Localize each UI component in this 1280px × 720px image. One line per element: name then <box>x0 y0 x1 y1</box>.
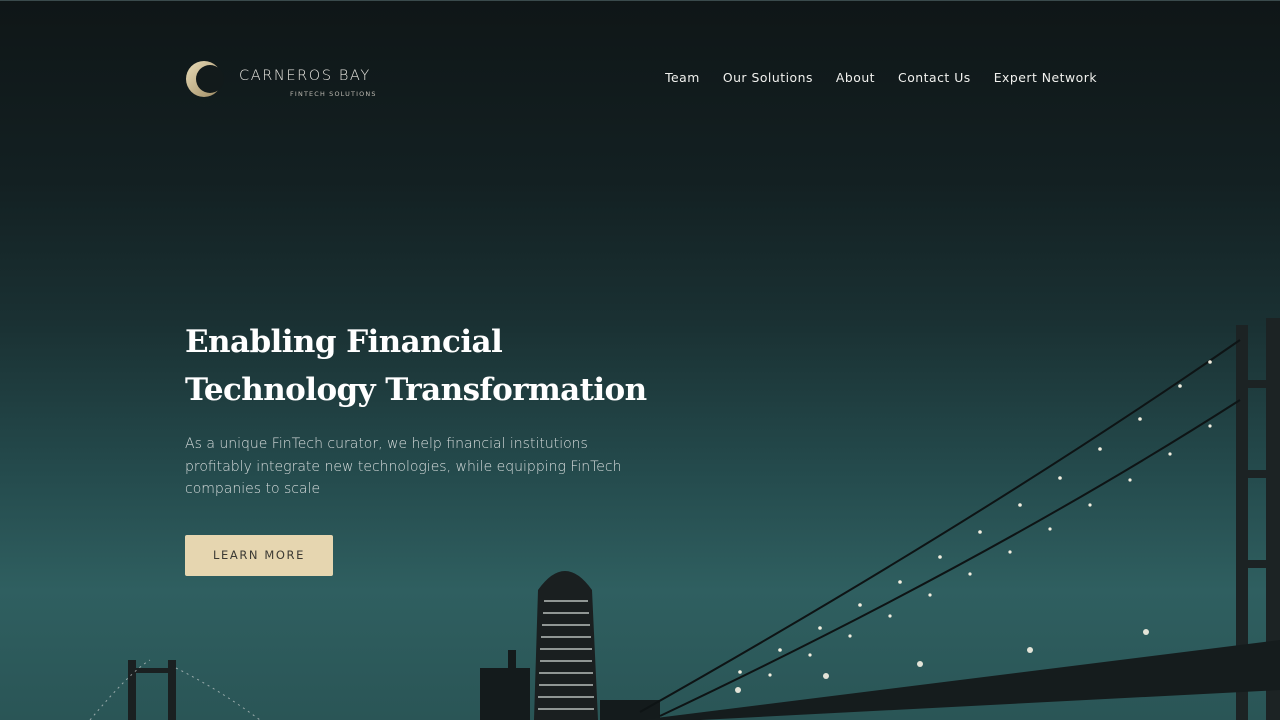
hero-title-line2: Technology Transformation <box>185 372 647 408</box>
brand-tagline: FINTECH SOLUTIONS <box>290 90 377 98</box>
hero-description: As a unique FinTech curator, we help fin… <box>185 436 622 497</box>
hero-title: Enabling Financial Technology Transforma… <box>185 318 685 414</box>
nav-item-about[interactable]: About <box>836 70 875 85</box>
nav-item-contact-us[interactable]: Contact Us <box>898 70 971 85</box>
brand-logo[interactable]: CARNEROS BAY FINTECH SOLUTIONS <box>185 58 385 100</box>
site-header: CARNEROS BAY FINTECH SOLUTIONS Team Our … <box>185 58 1097 100</box>
hero-section: CARNEROS BAY FINTECH SOLUTIONS Team Our … <box>0 0 1280 720</box>
hero-title-line1: Enabling Financial <box>185 324 503 360</box>
crescent-moon-logo-icon <box>186 61 224 97</box>
nav-item-our-solutions[interactable]: Our Solutions <box>723 70 813 85</box>
brand-name: CARNEROS BAY <box>239 68 371 84</box>
main-nav: Team Our Solutions About Contact Us Expe… <box>665 70 1097 85</box>
nav-item-team[interactable]: Team <box>665 70 700 85</box>
learn-more-button[interactable]: LEARN MORE <box>185 535 333 576</box>
nav-item-expert-network[interactable]: Expert Network <box>994 70 1097 85</box>
